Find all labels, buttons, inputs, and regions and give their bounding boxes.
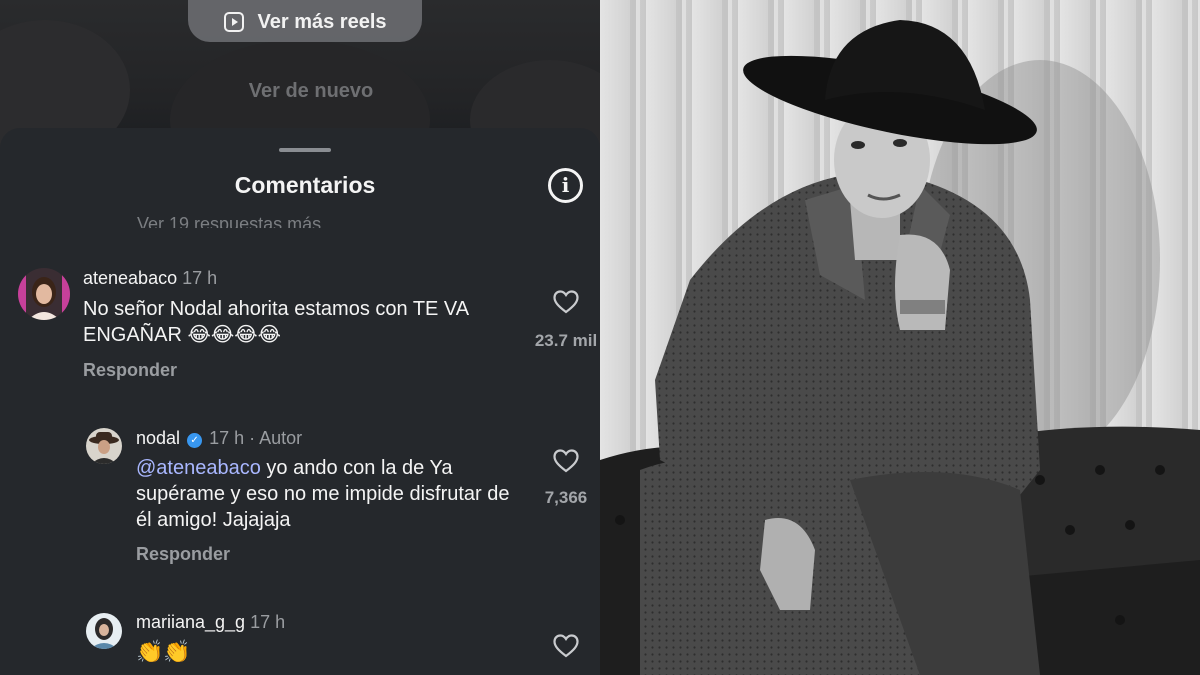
reply-button[interactable]: Responder: [136, 544, 230, 565]
more-reels-button[interactable]: Ver más reels: [188, 0, 422, 42]
heart-icon[interactable]: [553, 634, 579, 663]
sheet-grabber[interactable]: [279, 148, 331, 152]
comment-text: No señor Nodal ahorita estamos con TE VA…: [83, 298, 469, 346]
instagram-screenshot: Ver más reels Ver de nuevo Comentarios i…: [0, 0, 600, 675]
verified-badge-icon: ✓: [187, 433, 203, 448]
comment-username-row: ateneabaco 17 h: [83, 268, 217, 289]
reels-icon: [223, 12, 244, 32]
comment-text: 👏👏: [136, 640, 191, 665]
info-icon[interactable]: i: [548, 168, 583, 203]
comments-sheet: Comentarios i Ver 19 respuestas más aten…: [0, 128, 600, 675]
comment-username[interactable]: mariiana_g_g: [136, 612, 245, 632]
comment-username-row: nodal ✓ 17 h · Autor: [136, 428, 303, 448]
comment-username[interactable]: ateneabaco: [83, 268, 177, 288]
avatar[interactable]: [86, 613, 122, 649]
reply-button[interactable]: Responder: [83, 360, 177, 381]
portrait-photo: [600, 0, 1200, 675]
comment-text: @ateneabaco yo ando con la de Ya supéram…: [136, 455, 516, 533]
heart-icon[interactable]: [553, 449, 579, 478]
heart-icon[interactable]: [553, 290, 579, 319]
avatar[interactable]: [18, 268, 70, 320]
comment-username-row: mariiana_g_g 17 h: [136, 612, 285, 633]
comment-time: 17 h: [182, 268, 218, 288]
comment-username[interactable]: nodal: [136, 428, 180, 448]
comment-time: 17 h: [250, 612, 286, 632]
sheet-title: Comentarios: [234, 172, 376, 198]
mention-link[interactable]: @ateneabaco: [136, 457, 261, 479]
like-count: 7,366: [544, 488, 588, 507]
avatar[interactable]: [86, 428, 122, 464]
view-more-replies-link[interactable]: Ver 19 respuestas más: [137, 208, 437, 228]
portrait-image: [600, 0, 1200, 675]
watch-again-button[interactable]: Ver de nuevo: [0, 80, 600, 103]
more-reels-label: Ver más reels: [257, 10, 387, 33]
comment-time: 17 h: [209, 428, 245, 448]
author-label: Autor: [259, 428, 303, 448]
like-count: 23.7 mil: [534, 331, 598, 350]
